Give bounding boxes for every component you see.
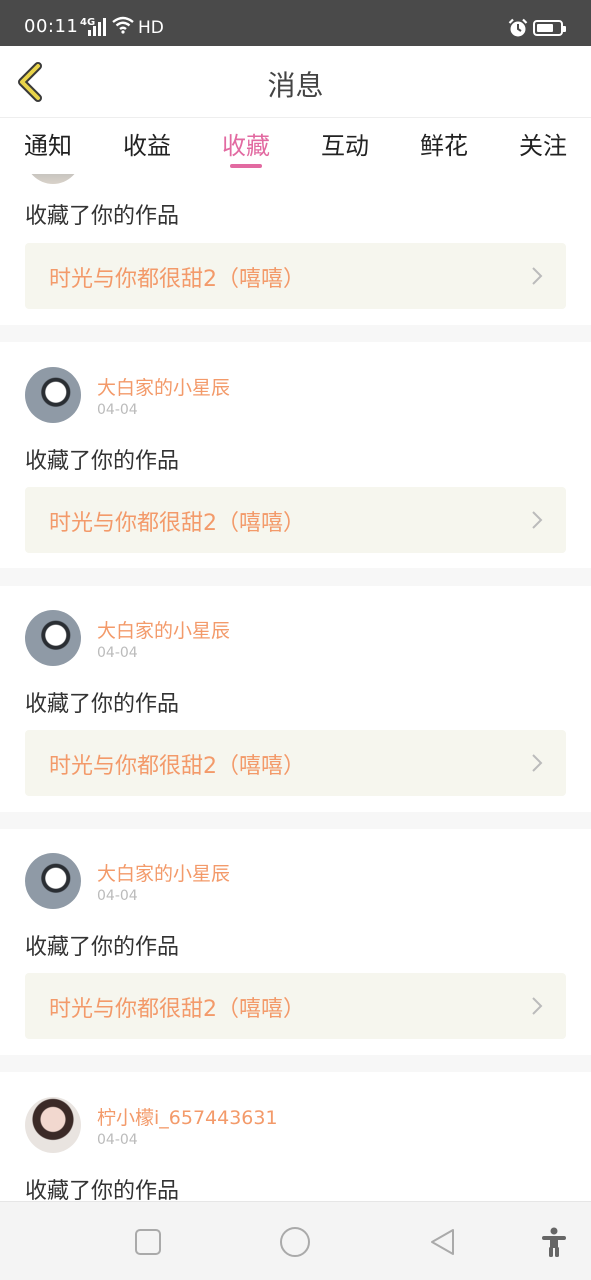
- active-tab-indicator: [230, 164, 262, 168]
- action-text: 收藏了你的作品: [25, 1179, 180, 1201]
- tab-notifications[interactable]: 通知: [8, 126, 88, 161]
- work-link[interactable]: 时光与你都很甜2（嘻嘻）: [25, 730, 566, 796]
- username[interactable]: 大白家的小星辰: [97, 859, 230, 886]
- header: 消息: [0, 46, 591, 118]
- status-time: 00:11: [24, 16, 79, 37]
- triangle-back-icon: [431, 1229, 454, 1255]
- wifi-icon: [112, 16, 134, 34]
- action-text: 收藏了你的作品: [25, 935, 180, 960]
- date: 04-04: [97, 402, 138, 418]
- username[interactable]: 柠小檬i_657443631: [97, 1103, 278, 1130]
- action-text: 收藏了你的作品: [25, 204, 180, 229]
- date: 04-04: [97, 1132, 138, 1148]
- work-title: 时光与你都很甜2（嘻嘻）: [49, 511, 305, 536]
- avatar[interactable]: [25, 174, 81, 184]
- work-link[interactable]: 时光与你都很甜2（嘻嘻）: [25, 243, 566, 309]
- battery-level: [537, 24, 553, 32]
- back-nav-button[interactable]: [427, 1226, 459, 1258]
- message-list[interactable]: 收藏了你的作品 时光与你都很甜2（嘻嘻） 大白家的小星辰 04-04 收藏了你的…: [0, 174, 591, 1201]
- work-title: 时光与你都很甜2（嘻嘻）: [49, 997, 305, 1022]
- work-title: 时光与你都很甜2（嘻嘻）: [49, 754, 305, 779]
- home-button[interactable]: [279, 1226, 311, 1258]
- username[interactable]: 大白家的小星辰: [97, 373, 230, 400]
- page-title: 消息: [267, 69, 324, 102]
- tab-earnings[interactable]: 收益: [107, 126, 187, 161]
- list-item: 大白家的小星辰 04-04 收藏了你的作品 时光与你都很甜2（嘻嘻）: [0, 586, 591, 812]
- circle-icon: [280, 1227, 310, 1257]
- list-item: 大白家的小星辰 04-04 收藏了你的作品 时光与你都很甜2（嘻嘻）: [0, 829, 591, 1055]
- work-title: 时光与你都很甜2（嘻嘻）: [49, 267, 305, 292]
- work-link[interactable]: 时光与你都很甜2（嘻嘻）: [25, 487, 566, 553]
- avatar[interactable]: [25, 610, 81, 666]
- avatar[interactable]: [25, 367, 81, 423]
- accessibility-icon: [542, 1227, 566, 1257]
- system-nav-bar: [0, 1201, 591, 1280]
- battery-icon: [533, 20, 566, 36]
- action-text: 收藏了你的作品: [25, 692, 180, 717]
- signal-icon: [88, 18, 106, 36]
- username[interactable]: 大白家的小星辰: [97, 616, 230, 643]
- avatar[interactable]: [25, 1097, 81, 1153]
- accessibility-button[interactable]: [538, 1226, 570, 1258]
- tab-favorites[interactable]: 收藏: [206, 126, 286, 161]
- chevron-right-icon: [532, 997, 543, 1015]
- square-icon: [135, 1229, 161, 1255]
- avatar[interactable]: [25, 853, 81, 909]
- date: 04-04: [97, 645, 138, 661]
- recent-apps-button[interactable]: [132, 1226, 164, 1258]
- tab-interactions[interactable]: 互动: [305, 126, 385, 161]
- list-item: 柠小檬i_657443631 04-04 收藏了你的作品: [0, 1072, 591, 1201]
- chevron-right-icon: [532, 267, 543, 285]
- chevron-right-icon: [532, 754, 543, 772]
- date: 04-04: [97, 888, 138, 904]
- status-bar: 00:11 4G HD: [0, 0, 591, 46]
- work-link[interactable]: 时光与你都很甜2（嘻嘻）: [25, 973, 566, 1039]
- alarm-icon: [508, 18, 528, 37]
- list-item: 收藏了你的作品 时光与你都很甜2（嘻嘻）: [0, 174, 591, 325]
- action-text: 收藏了你的作品: [25, 449, 180, 474]
- tab-flowers[interactable]: 鲜花: [404, 126, 484, 161]
- chevron-right-icon: [532, 511, 543, 529]
- tab-following[interactable]: 关注: [503, 126, 583, 161]
- tab-bar: 通知 收益 收藏 互动 鲜花 关注: [0, 118, 591, 174]
- hd-indicator: HD: [138, 18, 164, 38]
- list-item: 大白家的小星辰 04-04 收藏了你的作品 时光与你都很甜2（嘻嘻）: [0, 342, 591, 568]
